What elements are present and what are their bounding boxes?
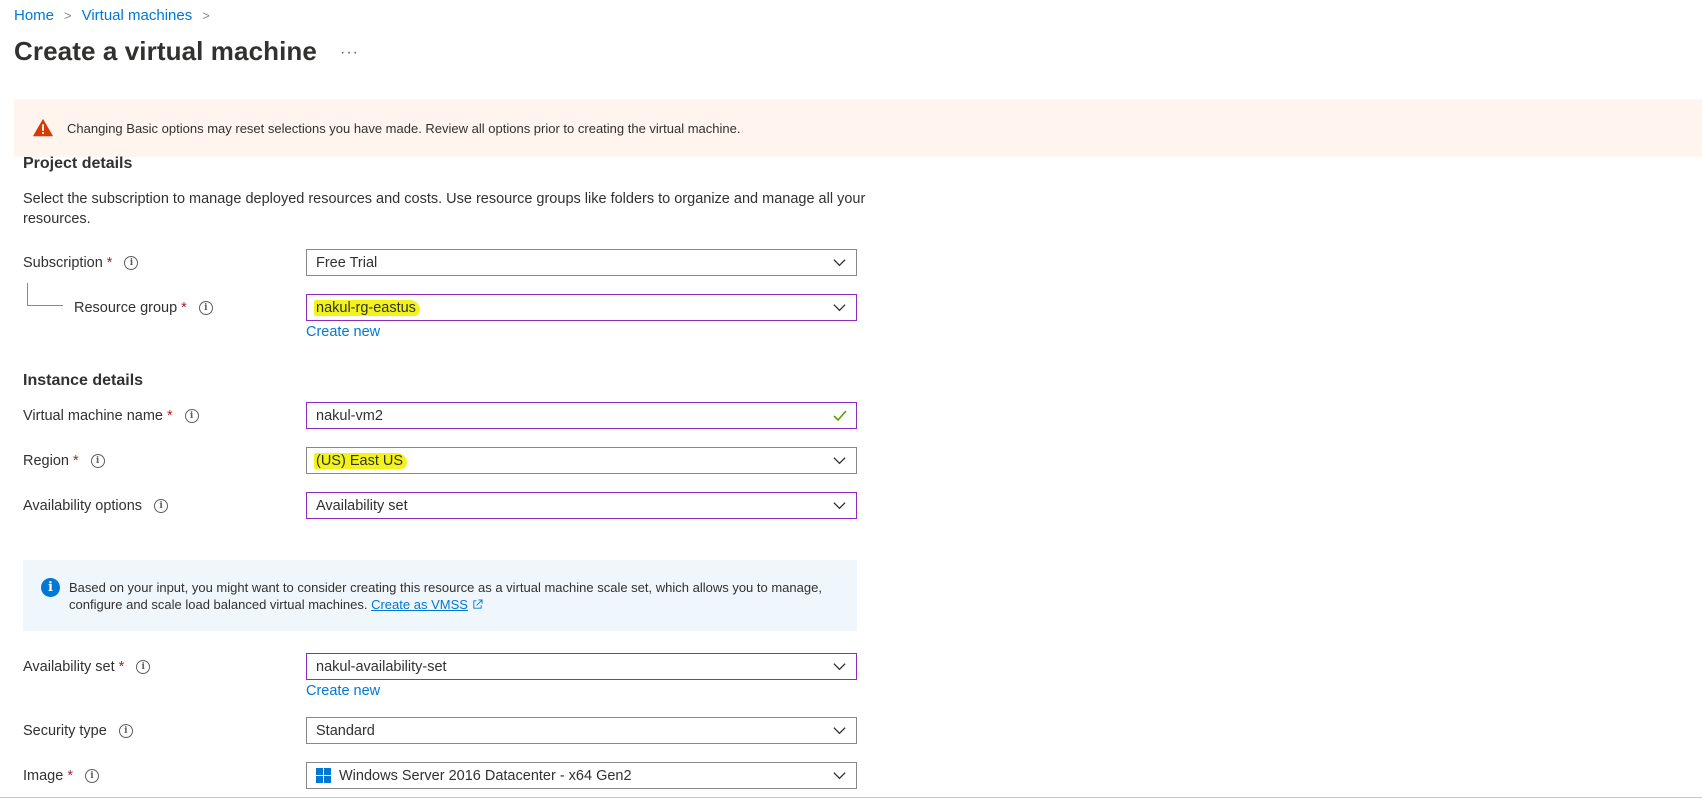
image-label: Image * i [23,768,99,784]
resource-group-label-text: Resource group [74,300,178,316]
warning-triangle-icon [32,118,54,137]
vmss-info-text: Based on your input, you might want to c… [69,579,839,613]
info-icon[interactable]: i [136,660,151,674]
resource-group-dropdown[interactable]: nakul-rg-eastus [306,294,857,321]
bottom-divider [0,797,1702,798]
availability-set-value: nakul-availability-set [316,658,447,675]
info-icon[interactable]: i [154,499,169,513]
warning-banner: Changing Basic options may reset selecti… [14,99,1702,157]
security-type-value: Standard [316,722,375,739]
vm-name-label: Virtual machine name * i [23,408,199,424]
page-title: Create a virtual machine [14,36,317,66]
project-details-heading: Project details [23,155,133,172]
chevron-down-icon [833,457,846,465]
resource-group-label: Resource group * i [74,300,213,316]
image-dropdown[interactable]: Windows Server 2016 Datacenter - x64 Gen… [306,762,857,789]
region-dropdown[interactable]: (US) East US [306,447,857,474]
vmss-info-banner: i Based on your input, you might want to… [23,560,857,631]
availability-options-dropdown[interactable]: Availability set [306,492,857,519]
security-type-label: Security type i [23,723,133,739]
breadcrumb-chevron-icon: > [64,8,72,23]
required-asterisk: * [181,300,187,316]
vm-name-input[interactable]: nakul-vm2 [306,402,857,429]
info-icon[interactable]: i [118,724,133,738]
warning-text: Changing Basic options may reset selecti… [67,120,741,136]
breadcrumb: Home > Virtual machines > [14,7,220,24]
info-icon[interactable]: i [84,769,99,783]
required-asterisk: * [106,255,113,271]
required-asterisk: * [118,659,125,675]
image-label-text: Image [23,768,64,784]
security-type-dropdown[interactable]: Standard [306,717,857,744]
breadcrumb-chevron-icon: > [202,8,210,23]
create-as-vmss-label: Create as VMSS [371,597,468,612]
info-icon[interactable]: i [90,454,105,468]
vm-name-label-text: Virtual machine name [23,408,163,424]
region-label-text: Region [23,453,69,469]
vm-name-value: nakul-vm2 [316,407,383,424]
create-new-availability-set-link[interactable]: Create new [306,683,380,699]
resource-group-value: nakul-rg-eastus [314,299,420,316]
breadcrumb-virtual-machines-link[interactable]: Virtual machines [82,7,193,24]
checkmark-icon [833,410,847,422]
required-asterisk: * [72,453,79,469]
more-options-button[interactable]: ··· [340,44,359,62]
project-details-description: Select the subscription to manage deploy… [23,191,866,227]
info-icon[interactable]: i [184,409,199,423]
create-as-vmss-link[interactable]: Create as VMSS [371,597,468,612]
info-circle-icon: i [41,578,60,597]
chevron-down-icon [833,663,846,671]
info-icon[interactable]: i [198,301,213,315]
required-asterisk: * [67,768,73,784]
subscription-value: Free Trial [316,254,378,271]
chevron-down-icon [833,502,846,510]
region-value: (US) East US [314,452,408,469]
availability-options-label-text: Availability options [23,498,143,514]
chevron-down-icon [833,727,846,735]
region-label: Region * i [23,453,105,469]
chevron-down-icon [833,304,846,312]
required-asterisk: * [166,408,173,424]
availability-set-dropdown[interactable]: nakul-availability-set [306,653,857,680]
subscription-label-text: Subscription [23,255,103,271]
create-new-resource-group-link[interactable]: Create new [306,324,380,340]
availability-options-value: Availability set [316,497,408,514]
image-value: Windows Server 2016 Datacenter - x64 Gen… [339,767,632,784]
external-link-icon [473,599,483,609]
availability-set-label-text: Availability set [23,659,115,675]
availability-set-label: Availability set * i [23,659,151,675]
breadcrumb-home-link[interactable]: Home [14,7,54,24]
chevron-down-icon [833,772,846,780]
instance-details-heading: Instance details [23,372,144,389]
windows-logo-icon [316,768,331,783]
availability-options-label: Availability options i [23,498,169,514]
subscription-dropdown[interactable]: Free Trial [306,249,857,276]
chevron-down-icon [833,259,846,267]
security-type-label-text: Security type [23,723,107,739]
tree-connector [27,283,63,306]
info-icon[interactable]: i [124,256,139,270]
subscription-label: Subscription * i [23,255,139,271]
